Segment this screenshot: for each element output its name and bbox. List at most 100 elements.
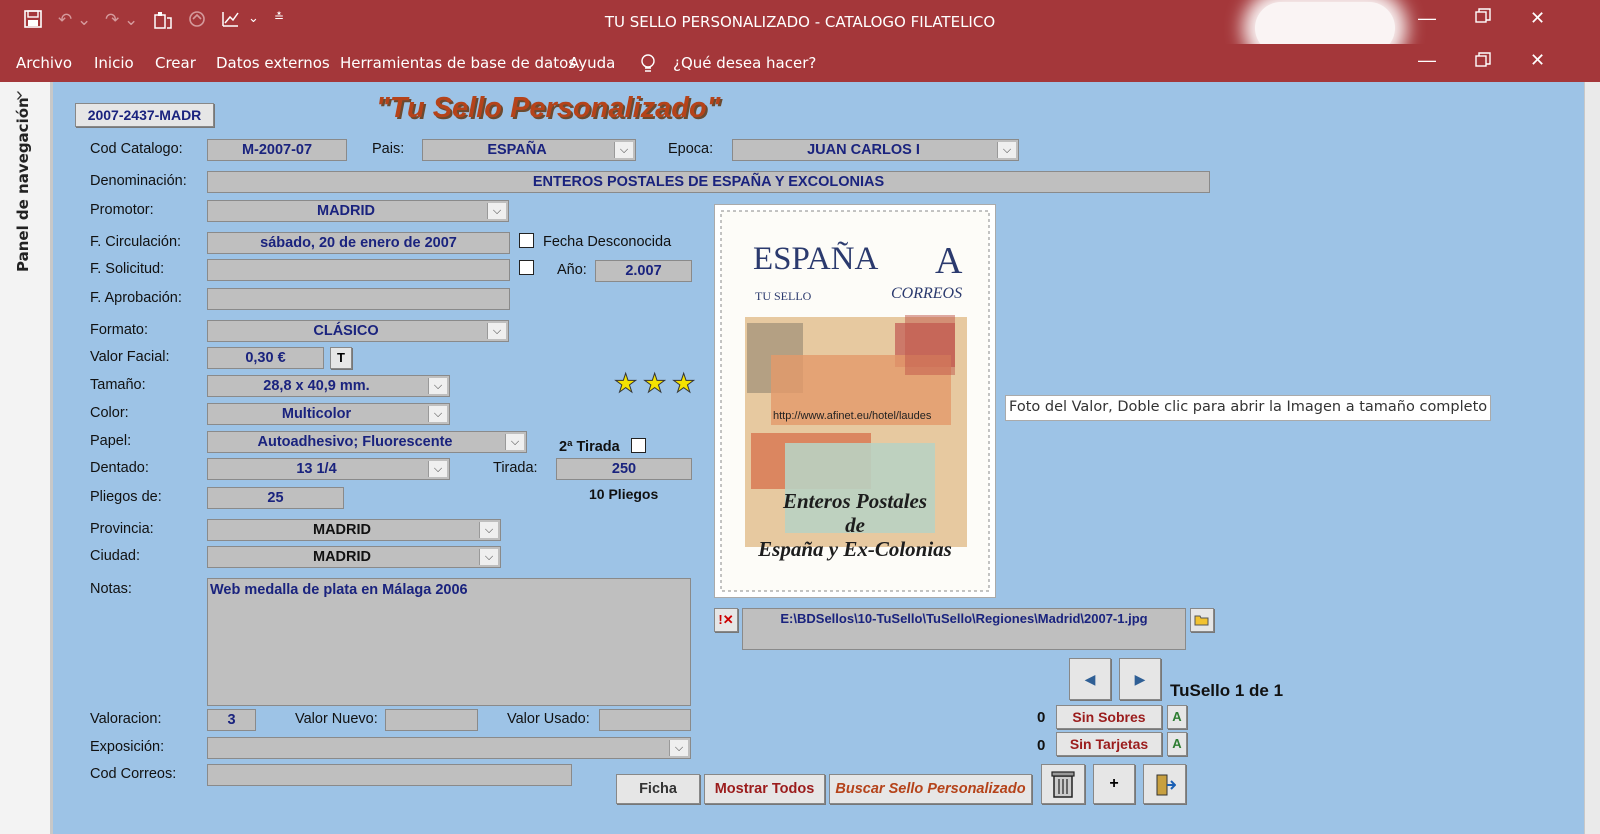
menu-ayuda[interactable]: Ayuda (569, 54, 615, 72)
sin-tarjetas-button[interactable]: Sin Tarjetas (1056, 732, 1162, 756)
image-path-field[interactable]: E:\BDSellos\10-TuSello\TuSello\Regiones\… (742, 608, 1186, 650)
ciudad-label: Ciudad: (90, 548, 140, 564)
remove-image-icon[interactable]: !✕ (714, 608, 738, 632)
chevron-down-icon[interactable]: ⌵ (428, 378, 447, 394)
ficha-button[interactable]: Ficha (616, 774, 700, 804)
close-icon[interactable]: ✕ (1530, 8, 1545, 29)
papel-select[interactable]: Autoadhesivo; Fluorescente ⌵ (207, 431, 527, 453)
color-label: Color: (90, 405, 129, 421)
record-id-button[interactable]: 2007-2437-MADR (75, 103, 214, 127)
open-folder-icon[interactable] (1190, 608, 1214, 632)
pliegos-count-text: 10 Pliegos (589, 486, 659, 502)
add-tarjeta-button[interactable]: A (1167, 732, 1187, 756)
formato-value: CLÁSICO (313, 323, 379, 339)
tamano-label: Tamaño: (90, 377, 146, 393)
valoracion-label: Valoracion: (90, 711, 162, 727)
denominacion-field[interactable]: ENTEROS POSTALES DE ESPAÑA Y EXCOLONIAS (207, 171, 1210, 193)
star-icon: ★ (642, 368, 667, 399)
rating-stars[interactable]: ★ ★ ★ (613, 368, 704, 400)
pais-select[interactable]: ESPAÑA ⌵ (422, 139, 636, 161)
notas-textarea[interactable]: Web medalla de plata en Málaga 2006 (207, 578, 691, 706)
tell-me-search[interactable]: ¿Qué desea hacer? (673, 54, 816, 72)
cod-correos-field[interactable] (207, 764, 572, 786)
minimize-icon[interactable]: — (1418, 8, 1436, 29)
epoca-select[interactable]: JUAN CARLOS I ⌵ (732, 139, 1019, 161)
vertical-scrollbar[interactable] (1584, 82, 1600, 834)
chevron-down-icon[interactable]: ⌄ (248, 10, 259, 26)
anio-field[interactable]: 2.007 (595, 260, 692, 282)
chevron-down-icon[interactable]: ⌵ (505, 434, 524, 450)
valoracion-field[interactable]: 3 (207, 709, 256, 731)
chevron-down-icon[interactable]: ⌵ (479, 522, 498, 538)
chevron-down-icon[interactable]: ⌵ (428, 461, 447, 477)
chevron-down-icon[interactable]: ⌵ (479, 549, 498, 565)
menu-inicio[interactable]: Inicio (94, 54, 134, 72)
pliegos-de-field[interactable]: 25 (207, 487, 344, 509)
menu-herramientas[interactable]: Herramientas de base de datos (340, 54, 576, 72)
close-doc-icon[interactable]: ✕ (1530, 50, 1545, 71)
restore-icon[interactable] (1475, 8, 1491, 29)
f-circulacion-field[interactable]: sábado, 20 de enero de 2007 (207, 232, 510, 254)
segunda-tirada-checkbox[interactable] (631, 438, 646, 453)
tamano-select[interactable]: 28,8 x 40,9 mm. ⌵ (207, 375, 450, 397)
valor-facial-field[interactable]: 0,30 € (207, 347, 324, 369)
clipboard-tools-icon[interactable] (153, 10, 173, 35)
promotor-select[interactable]: MADRID ⌵ (207, 200, 509, 222)
provincia-select[interactable]: MADRID ⌵ (207, 519, 501, 541)
stamp-caption-line3: España y Ex-Colonias (758, 537, 952, 561)
chevron-down-icon[interactable]: ⌵ (614, 142, 633, 158)
color-select[interactable]: Multicolor ⌵ (207, 403, 450, 425)
stamp-country: ESPAÑA (753, 241, 879, 277)
redo-icon[interactable]: ↷ ⌄ (105, 10, 138, 30)
stamp-post: CORREOS (891, 285, 963, 302)
minimize-doc-icon[interactable]: — (1418, 50, 1436, 71)
chevron-down-icon[interactable]: ⌵ (997, 142, 1016, 158)
refresh-icon[interactable] (188, 10, 206, 33)
chevron-down-icon[interactable]: ⌵ (487, 323, 506, 339)
f-solicitud-checkbox[interactable] (519, 260, 534, 275)
ciudad-select[interactable]: MADRID ⌵ (207, 546, 501, 568)
chart-tools-icon[interactable] (222, 10, 244, 33)
stamp-image[interactable]: ESPAÑA A TU SELLO CORREOS http://www.afi… (714, 204, 996, 598)
denominacion-label: Denominación: (90, 173, 187, 189)
stamp-caption-line1: Enteros Postales (782, 489, 928, 513)
star-icon: ★ (613, 368, 638, 399)
chevron-down-icon[interactable]: ⌵ (669, 740, 688, 756)
new-record-button[interactable]: + (1093, 764, 1135, 804)
add-sobre-button[interactable]: A (1167, 705, 1187, 729)
f-aprobacion-field[interactable] (207, 288, 510, 310)
mostrar-todos-button[interactable]: Mostrar Todos (704, 774, 825, 804)
buscar-sello-button[interactable]: Buscar Sello Personalizado (829, 774, 1032, 804)
dentado-select[interactable]: 13 1/4 ⌵ (207, 458, 450, 480)
cod-catalogo-field[interactable]: M-2007-07 (207, 139, 347, 161)
undo-icon[interactable]: ↶ ⌄ (58, 10, 91, 30)
formato-select[interactable]: CLÁSICO ⌵ (207, 320, 509, 342)
f-solicitud-field[interactable] (207, 259, 510, 281)
exit-button[interactable] (1143, 764, 1186, 804)
delete-record-button[interactable] (1041, 764, 1085, 804)
next-record-button[interactable]: ▶ (1119, 658, 1161, 700)
fecha-desconocida-label: Fecha Desconocida (543, 234, 672, 250)
menu-archivo[interactable]: Archivo (16, 54, 72, 72)
chevron-down-icon[interactable]: ⌵ (487, 203, 506, 219)
arrow-right-icon: ▶ (1134, 671, 1146, 687)
valor-facial-t-button[interactable]: T (330, 347, 352, 369)
valor-usado-field[interactable] (599, 709, 691, 731)
fecha-desconocida-checkbox[interactable] (519, 233, 534, 248)
save-icon[interactable] (24, 10, 42, 33)
restore-doc-icon[interactable] (1475, 52, 1491, 73)
tirada-field[interactable]: 250 (556, 458, 692, 480)
valor-nuevo-field[interactable] (385, 709, 478, 731)
menu-crear[interactable]: Crear (155, 54, 196, 72)
sin-sobres-button[interactable]: Sin Sobres (1056, 705, 1162, 729)
notas-label: Notas: (90, 581, 132, 597)
chevron-down-icon[interactable]: ⌵ (428, 406, 447, 422)
cod-correos-label: Cod Correos: (90, 766, 177, 782)
navigation-pane[interactable]: › Panel de navegación (0, 82, 53, 834)
menu-datos-externos[interactable]: Datos externos (216, 54, 330, 72)
exposicion-select[interactable]: ⌵ (207, 737, 691, 759)
pais-value: ESPAÑA (487, 142, 547, 158)
previous-record-button[interactable]: ◀ (1069, 658, 1111, 700)
lightbulb-icon (640, 54, 656, 78)
customize-toolbar-icon[interactable]: ≛ (274, 10, 284, 24)
